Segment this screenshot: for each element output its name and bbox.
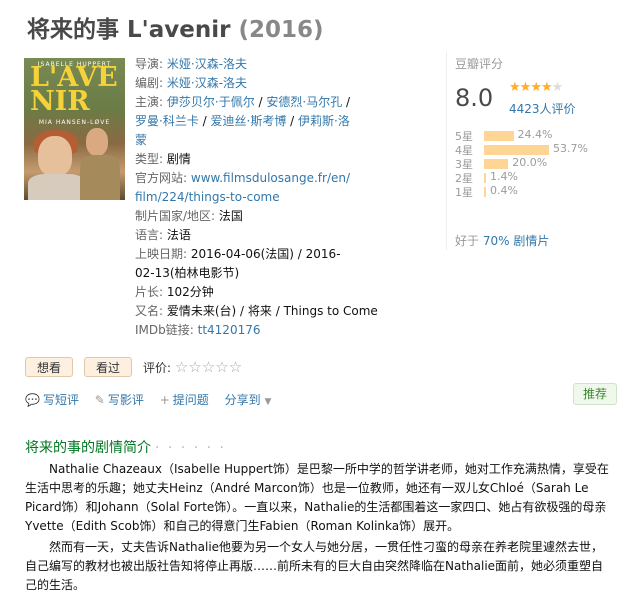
better-than-link[interactable]: 70% 剧情片 xyxy=(483,234,550,248)
cast-link[interactable]: 安德烈·马尔孔 xyxy=(266,95,342,109)
country-label: 制片国家/地区: xyxy=(135,209,216,223)
poster-title-text: L'AVE NIR xyxy=(30,62,118,117)
rating-bar-fill xyxy=(484,145,549,155)
director-link[interactable]: 米娅·汉森-洛夫 xyxy=(167,57,247,71)
star-outline-icon[interactable]: ☆ xyxy=(202,358,215,376)
synopsis-heading: 将来的事的剧情简介 · · · · · · xyxy=(25,440,226,456)
movie-info: 导演: 米娅·汉森-洛夫 编剧: 米娅·汉森-洛夫 主演: 伊莎贝尔·于佩尔 /… xyxy=(135,57,378,337)
director-label: 导演: xyxy=(135,57,164,71)
recommend-button[interactable]: 推荐 xyxy=(573,383,617,405)
rating-bar-percent: 53.7% xyxy=(553,142,588,155)
rating-bar-fill xyxy=(484,159,509,169)
poster-figure xyxy=(86,128,108,156)
country-value: 法国 xyxy=(218,209,243,223)
star-outline-icon[interactable]: ☆ xyxy=(215,358,228,376)
star-icon: ★ xyxy=(540,80,553,95)
poster-figure xyxy=(28,174,86,200)
genre-value: 剧情 xyxy=(166,152,191,166)
star-icon: ★ xyxy=(530,80,542,95)
site-label: 官方网站: xyxy=(135,171,188,185)
divider xyxy=(446,52,447,250)
rating-panel: 豆瓣评分 8.0 ★★★★★ 4423人评价 5星 24.4% 4星 53.7% 3星 2… xyxy=(455,55,620,199)
language-label: 语言: xyxy=(135,228,164,242)
action-bar: 💬 写短评 ✎ 写影评 + 提问题 分享到 ▼ xyxy=(25,391,283,408)
star-icon: ★ xyxy=(519,80,532,95)
cast-link[interactable]: 爱迪丝·斯考博 xyxy=(211,114,287,128)
comment-icon: 💬 xyxy=(25,393,40,407)
synopsis-paragraph: Nathalie Chazeaux（Isabelle Huppert饰）是巴黎一… xyxy=(25,462,609,533)
cast-label: 主演: xyxy=(135,95,164,109)
poster-figure xyxy=(80,155,120,200)
plus-icon: + xyxy=(159,393,170,407)
chevron-down-icon: ▼ xyxy=(264,397,272,407)
star-icon: ★ xyxy=(509,80,521,95)
rating-bar-fill xyxy=(484,173,486,183)
release-year: (2016) xyxy=(238,17,324,43)
poster-figure xyxy=(38,136,72,176)
votes-link[interactable]: 4423人评价 xyxy=(509,100,576,117)
release-date-label: 上映日期: xyxy=(135,247,188,261)
runtime-value: 102分钟 xyxy=(166,285,214,299)
aka-value: 爱情未来(台) / 将来 / Things to Come xyxy=(166,304,378,318)
language-value: 法语 xyxy=(166,228,191,242)
writer-link[interactable]: 米娅·汉森-洛夫 xyxy=(167,76,247,90)
star-icon: ★ xyxy=(551,80,564,95)
rating-score: 8.0 xyxy=(455,84,494,112)
movie-poster[interactable]: ISABELLE HUPPERT L'AVE NIR MIA HANSEN-LØV… xyxy=(24,58,125,200)
rate-widget: 评价: ☆☆☆☆☆ xyxy=(143,357,242,378)
synopsis-paragraph: 然而有一天，丈夫告诉Nathalie他要为另一个女人与她分居，一贯任性刁蛮的母亲… xyxy=(25,540,604,592)
star-outline-icon[interactable]: ☆ xyxy=(188,358,201,376)
rating-bar-percent: 24.4% xyxy=(517,128,553,141)
rating-bar-percent: 1.4% xyxy=(490,170,518,183)
imdb-link[interactable]: tt4120176 xyxy=(198,323,261,337)
runtime-label: 片长: xyxy=(135,285,164,299)
imdb-label: IMDb链接: xyxy=(135,323,194,337)
better-than: 好于 70% 剧情片 xyxy=(455,234,550,248)
pencil-icon: ✎ xyxy=(94,393,105,407)
synopsis-text: Nathalie Chazeaux（Isabelle Huppert饰）是巴黎一… xyxy=(25,460,613,597)
rating-header: 豆瓣评分 xyxy=(455,57,504,71)
heading-dots: · · · · · · xyxy=(155,440,226,456)
star-outline-icon[interactable]: ☆ xyxy=(229,358,242,376)
rate-label: 评价: xyxy=(143,361,172,375)
watched-button[interactable]: 看过 xyxy=(84,357,132,377)
cast-link[interactable]: 罗曼·科兰卡 xyxy=(135,114,199,128)
rating-bar-percent: 20.0% xyxy=(512,156,548,169)
rating-bar-fill xyxy=(484,131,514,141)
page-title: 将来的事 L'avenir (2016) xyxy=(27,17,324,43)
poster-director-text: MIA HANSEN-LØVE xyxy=(38,119,111,126)
write-review-link[interactable]: ✎ 写影评 xyxy=(95,393,144,407)
rate-stars-input[interactable]: ☆☆☆☆☆ xyxy=(175,358,242,376)
aka-label: 又名: xyxy=(135,304,164,318)
cast-link[interactable]: 伊莎贝尔·于佩尔 xyxy=(167,95,255,109)
writer-label: 编剧: xyxy=(135,76,164,90)
rating-bar-label: 1星 xyxy=(455,186,473,199)
star-outline-icon[interactable]: ☆ xyxy=(175,358,188,376)
rating-bar-fill xyxy=(484,187,486,197)
want-to-watch-button[interactable]: 想看 xyxy=(25,357,73,377)
rating-bar-percent: 0.4% xyxy=(490,184,518,197)
rating-stars: ★★★★★ xyxy=(509,80,564,95)
ask-question-link[interactable]: + 提问题 xyxy=(160,393,209,407)
genre-label: 类型: xyxy=(135,152,164,166)
write-comment-link[interactable]: 💬 写短评 xyxy=(25,393,79,407)
share-dropdown[interactable]: 分享到 ▼ xyxy=(225,393,272,407)
